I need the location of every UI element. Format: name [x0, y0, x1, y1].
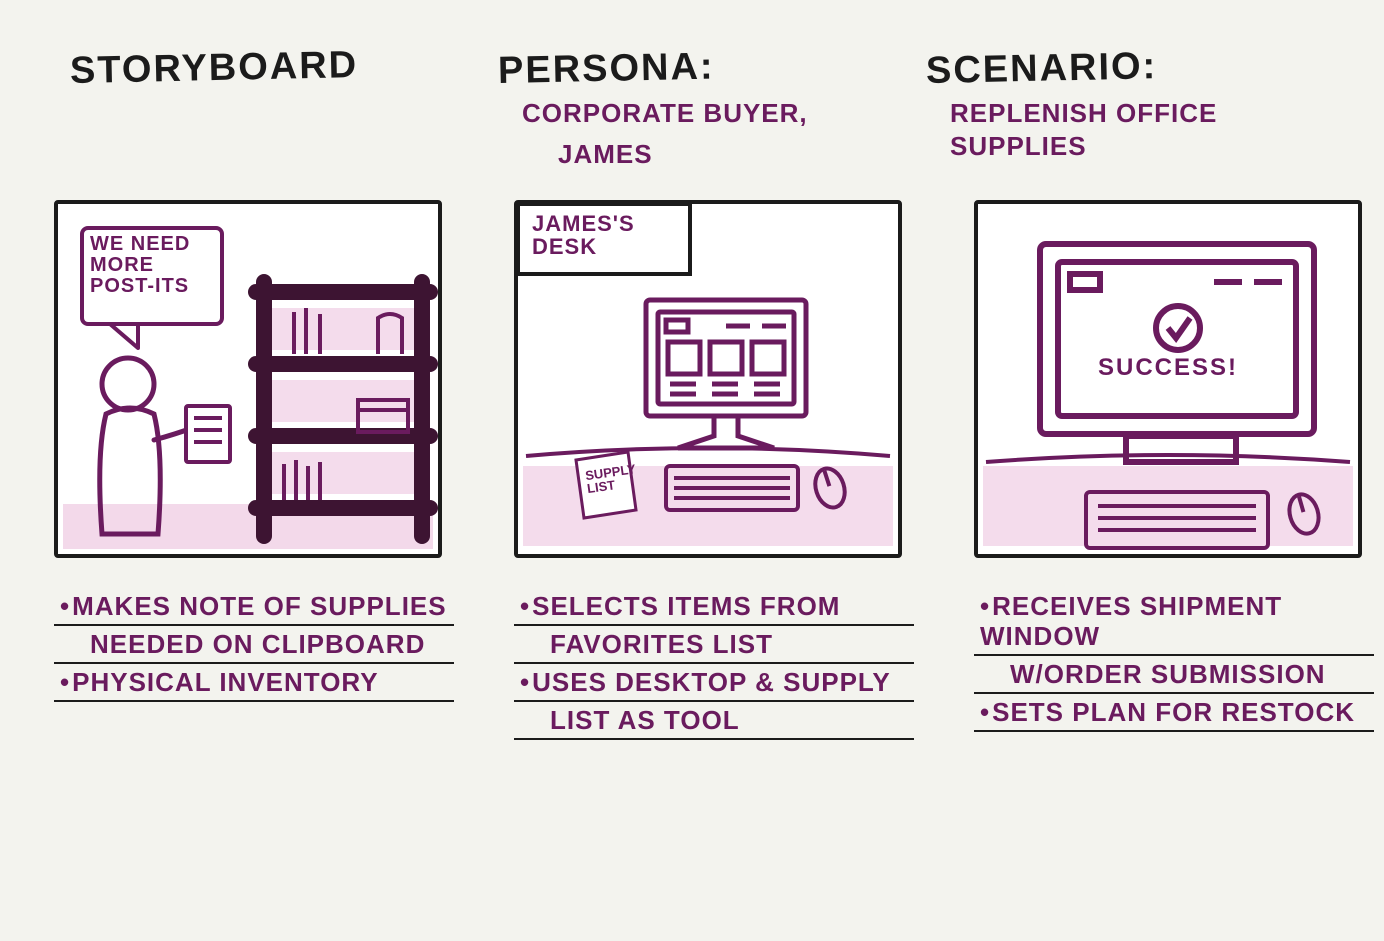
clipboard-icon — [186, 406, 230, 462]
panel-2-caption: SELECTS ITEMS FROM FAVORITES LIST USES D… — [514, 588, 914, 740]
desk-label-text: JAMES'S DESK — [532, 212, 682, 258]
header-col-scenario: SCENARIO: REPLENISH OFFICE SUPPLIES — [926, 46, 1314, 170]
panels-row: WE NEED MORE POST-ITS MAKES NOTE OF SUPP… — [0, 170, 1384, 740]
storyboard-diagram: STORYBOARD PERSONA: CORPORATE BUYER, JAM… — [0, 0, 1384, 941]
header-row: STORYBOARD PERSONA: CORPORATE BUYER, JAM… — [0, 0, 1384, 170]
panel-1: WE NEED MORE POST-ITS — [54, 200, 442, 558]
persona-sub-line1: CORPORATE BUYER, — [498, 97, 886, 130]
scenario-title: SCENARIO: — [926, 42, 1315, 93]
panel-3-caption: RECEIVES SHIPMENT WINDOW W/ORDER SUBMISS… — [974, 588, 1374, 732]
caption-line: LIST AS TOOL — [514, 702, 914, 740]
shelf-icon — [256, 282, 430, 536]
panel-3-wrap: SUCCESS! RECEIVES SHIPMENT WINDOW W/ORDE… — [974, 200, 1374, 740]
speech-bubble-text: WE NEED MORE POST-ITS — [90, 234, 214, 297]
caption-line: SETS PLAN FOR RESTOCK — [974, 694, 1374, 732]
persona-sub-line2: JAMES — [498, 138, 886, 171]
persona-title: PERSONA: — [498, 42, 887, 93]
monitor-icon — [646, 300, 806, 448]
storyboard-title: STORYBOARD — [70, 42, 459, 93]
scenario-sub: REPLENISH OFFICE SUPPLIES — [926, 97, 1314, 162]
panel-1-caption: MAKES NOTE OF SUPPLIES NEEDED ON CLIPBOA… — [54, 588, 454, 702]
caption-line: USES DESKTOP & SUPPLY — [514, 664, 914, 702]
success-text: SUCCESS! — [978, 354, 1358, 382]
header-col-persona: PERSONA: CORPORATE BUYER, JAMES — [498, 46, 886, 170]
monitor-icon — [1040, 244, 1314, 462]
caption-line: MAKES NOTE OF SUPPLIES — [54, 588, 454, 626]
caption-line: NEEDED ON CLIPBOARD — [54, 626, 454, 664]
header-col-storyboard: STORYBOARD — [70, 46, 458, 170]
panel-2: JAMES'S DESK SUPPLY LIST — [514, 200, 902, 558]
caption-line: PHYSICAL INVENTORY — [54, 664, 454, 702]
caption-line: W/ORDER SUBMISSION — [974, 656, 1374, 694]
caption-line: RECEIVES SHIPMENT WINDOW — [974, 588, 1374, 656]
caption-line: FAVORITES LIST — [514, 626, 914, 664]
panel-2-wrap: JAMES'S DESK SUPPLY LIST SELECTS ITEMS F… — [514, 200, 914, 740]
panel-3: SUCCESS! — [974, 200, 1362, 558]
panel-1-wrap: WE NEED MORE POST-ITS MAKES NOTE OF SUPP… — [54, 200, 454, 740]
caption-line: SELECTS ITEMS FROM — [514, 588, 914, 626]
